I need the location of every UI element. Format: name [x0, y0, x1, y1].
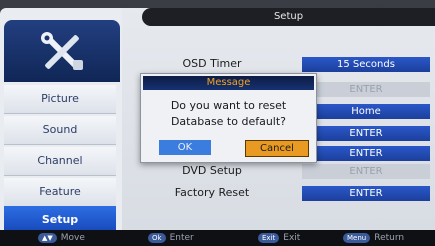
- row-label-osd-timer: OSD Timer: [182, 57, 242, 70]
- row-5-value[interactable]: ENTER: [302, 146, 430, 161]
- ok-key-icon: Ok: [148, 232, 166, 243]
- osd-timer-value[interactable]: 15 Seconds: [302, 57, 430, 72]
- sidebar: Picture Sound Channel Feature Setup: [0, 8, 122, 235]
- arrow-keys-icon: ▲▼: [38, 232, 57, 243]
- row-4-value[interactable]: ENTER: [302, 126, 430, 141]
- menu-key-icon: Menu: [343, 232, 371, 243]
- hint-return-label: Return: [374, 233, 405, 243]
- dialog-message-line-1: Do you want to reset: [170, 99, 287, 112]
- cancel-button[interactable]: Cancel: [245, 140, 309, 157]
- hint-enter-label: Enter: [169, 233, 194, 243]
- setup-tools-tile: [4, 20, 120, 82]
- sidebar-item-feature[interactable]: Feature: [4, 178, 116, 207]
- page-title: Setup: [142, 8, 435, 26]
- hint-return: Menu Return: [343, 232, 404, 244]
- reset-confirm-dialog: Message Do you want to reset Database to…: [140, 73, 317, 163]
- dialog-title: Message: [143, 76, 314, 90]
- tv-menu-screen: Picture Sound Channel Feature Setup Setu…: [0, 0, 435, 246]
- hint-exit-label: Exit: [283, 233, 301, 243]
- row-label-factory-reset: Factory Reset: [174, 186, 250, 199]
- hint-exit: Exit Exit: [258, 232, 300, 244]
- sidebar-item-sound[interactable]: Sound: [4, 116, 116, 145]
- row-2-value[interactable]: ENTER: [302, 82, 430, 97]
- hint-move: ▲▼ Move: [38, 232, 85, 244]
- factory-reset-value[interactable]: ENTER: [302, 186, 430, 201]
- dvd-setup-value[interactable]: ENTER: [302, 164, 430, 179]
- row-label-dvd-setup: DVD Setup: [182, 164, 242, 177]
- sidebar-item-picture[interactable]: Picture: [4, 85, 116, 114]
- exit-key-icon: Exit: [258, 232, 280, 243]
- row-3-value[interactable]: Home: [302, 104, 430, 119]
- sidebar-item-channel[interactable]: Channel: [4, 147, 116, 176]
- hint-move-label: Move: [60, 233, 85, 243]
- tools-icon: [41, 32, 83, 70]
- dialog-message-line-2: Database to default?: [170, 115, 287, 128]
- hint-enter: Ok Enter: [148, 232, 194, 244]
- ok-button[interactable]: OK: [159, 140, 211, 155]
- key-hint-bar: ▲▼ Move Ok Enter Exit Exit Menu Return: [0, 230, 435, 246]
